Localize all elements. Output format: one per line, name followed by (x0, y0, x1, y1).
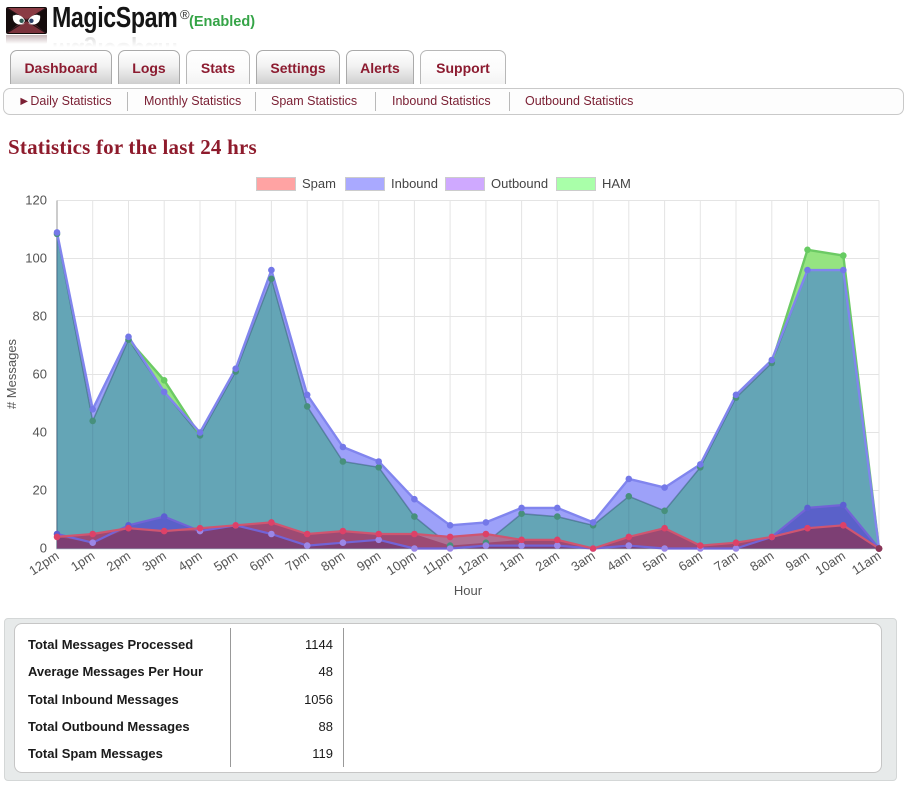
svg-text:11pm: 11pm (420, 548, 455, 578)
svg-text:6am: 6am (676, 548, 705, 574)
svg-text:10am: 10am (812, 548, 847, 578)
svg-text:6pm: 6pm (247, 548, 276, 574)
svg-text:100: 100 (25, 251, 47, 266)
svg-text:11am: 11am (849, 548, 884, 578)
svg-text:5pm: 5pm (211, 548, 240, 574)
svg-text:8pm: 8pm (318, 548, 347, 574)
svg-text:5am: 5am (640, 548, 669, 574)
svg-text:9am: 9am (783, 548, 812, 574)
svg-text:7am: 7am (711, 548, 740, 574)
svg-text:40: 40 (33, 425, 47, 440)
svg-text:20: 20 (33, 483, 47, 498)
svg-text:2am: 2am (533, 548, 562, 574)
svg-text:3pm: 3pm (139, 548, 168, 574)
svg-text:80: 80 (33, 309, 47, 324)
svg-text:12am: 12am (455, 548, 490, 578)
svg-text:3am: 3am (568, 548, 597, 574)
svg-text:2pm: 2pm (104, 548, 133, 574)
svg-text:8am: 8am (747, 548, 776, 574)
svg-text:4pm: 4pm (175, 548, 204, 574)
svg-text:Hour: Hour (454, 583, 483, 598)
svg-text:1am: 1am (497, 548, 526, 574)
svg-text:1pm: 1pm (68, 548, 97, 574)
svg-text:10pm: 10pm (384, 548, 419, 578)
svg-text:# Messages: # Messages (4, 338, 19, 409)
svg-text:120: 120 (25, 193, 47, 208)
svg-text:4am: 4am (604, 548, 633, 574)
svg-text:60: 60 (33, 367, 47, 382)
svg-text:7pm: 7pm (282, 548, 311, 574)
svg-text:9pm: 9pm (354, 548, 383, 574)
